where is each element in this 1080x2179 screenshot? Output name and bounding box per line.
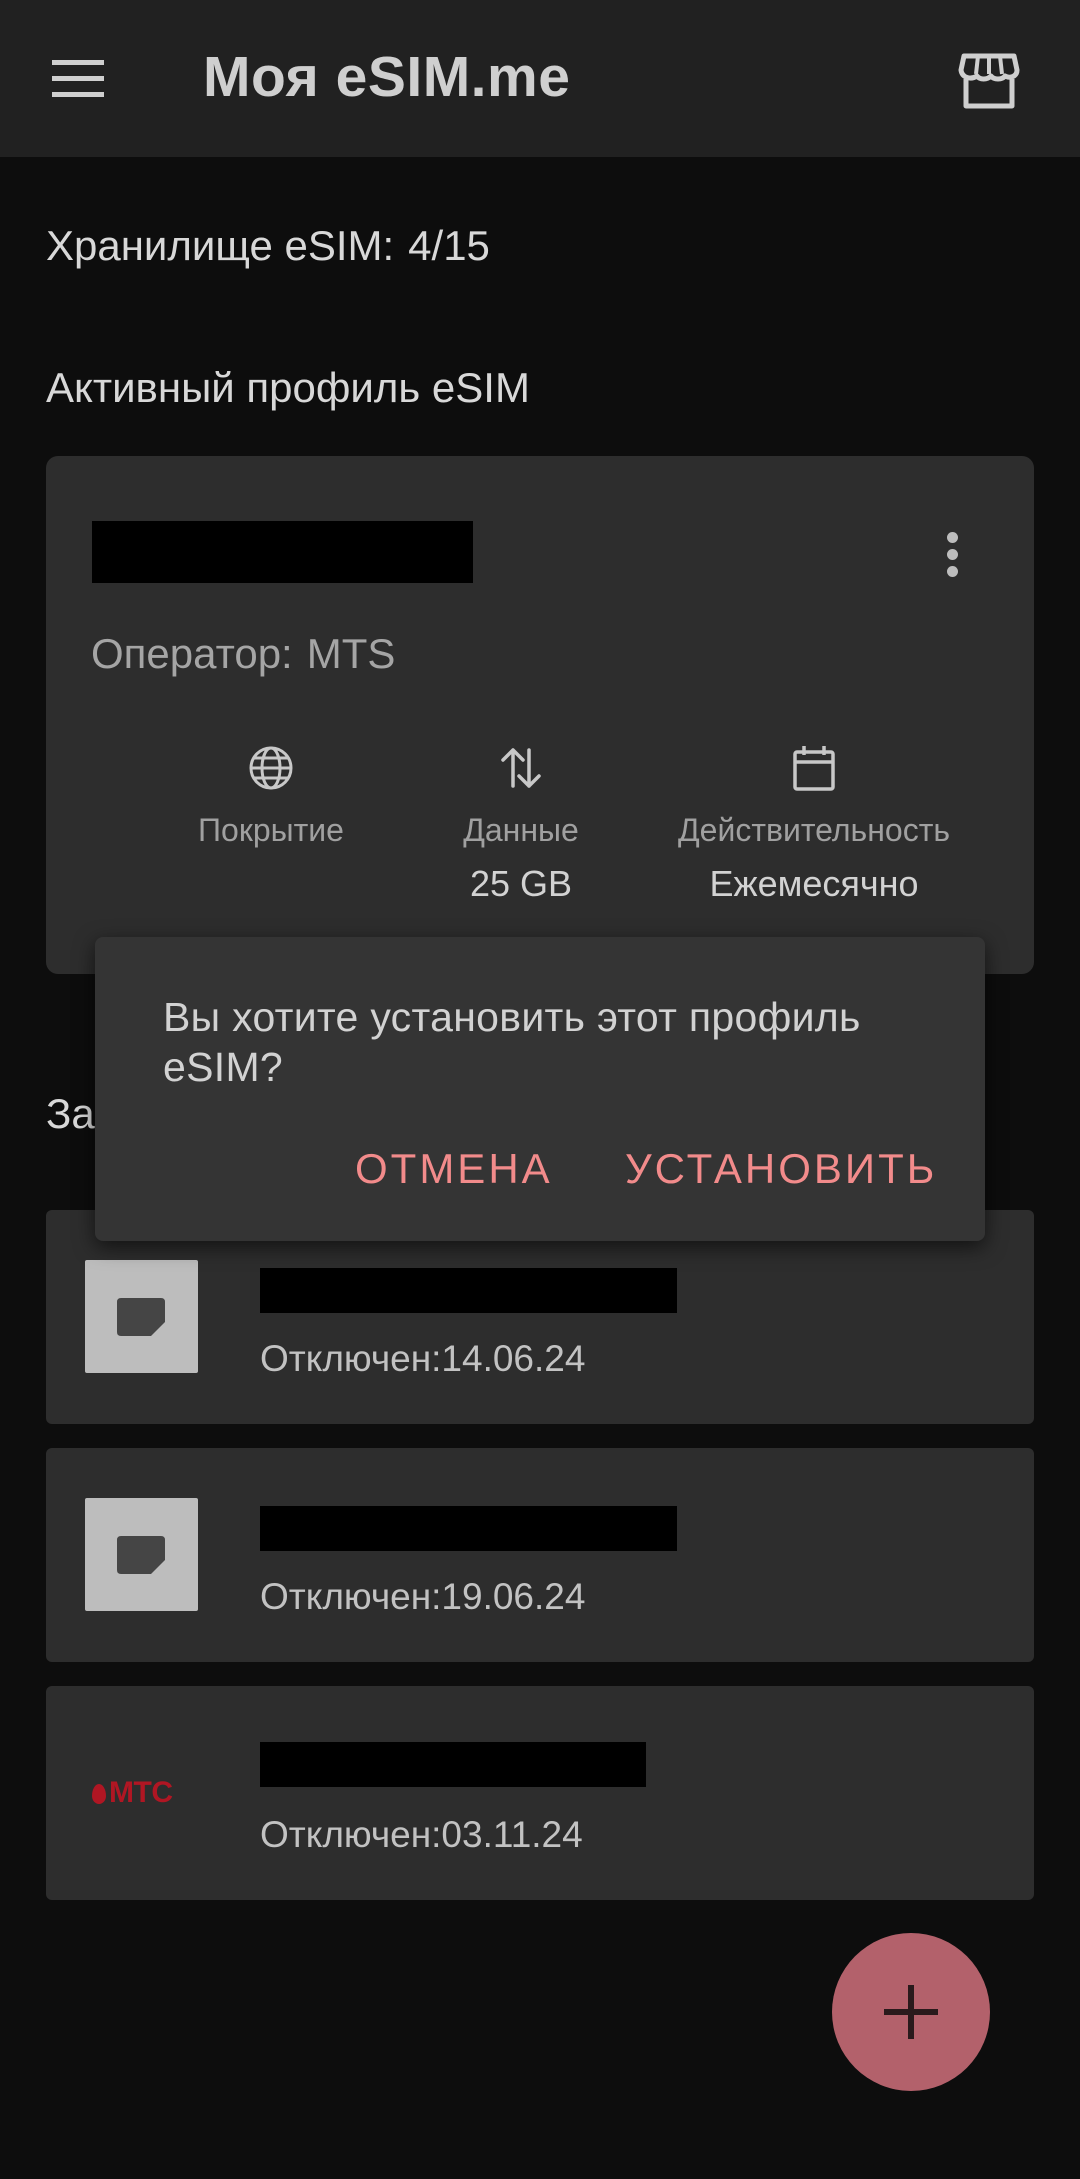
calendar-icon [793,746,835,791]
install-confirmation-dialog: Вы хотите установить этот профиль eSIM? … [95,937,985,1241]
sim-card-icon [85,1498,198,1611]
operator-label: Оператор: [91,630,293,677]
storage-indicator: Хранилище eSIM: 4/15 [46,222,490,270]
plus-icon [884,1985,938,2039]
coverage-label: Покрытие [198,812,344,848]
storefront-icon[interactable] [958,52,1020,110]
validity-stat: Действительность Ежемесячно [614,744,1014,905]
saved-profiles-heading: За [46,1090,95,1137]
operator-row: Оператор: MTS [91,630,395,678]
profile-status: Отключен:19.06.24 [260,1576,586,1617]
sim-card-icon [85,1260,198,1373]
hamburger-menu-icon[interactable] [50,56,108,102]
more-options-icon[interactable] [942,532,962,582]
redacted-phone-number [260,1742,646,1787]
globe-icon [249,746,293,790]
profile-list-item[interactable]: МТС Отключен:03.11.24 [46,1686,1034,1900]
app-title: Моя eSIM.me [203,45,571,109]
profile-status: Отключен:03.11.24 [260,1814,583,1855]
dialog-message: Вы хотите установить этот профиль eSIM? [163,994,861,1090]
active-profile-card[interactable]: Оператор: MTS Покрытие Данные 25 GB Дейст… [46,456,1034,974]
redacted-phone-number [260,1268,677,1313]
profile-status: Отключен:14.06.24 [260,1338,586,1379]
mts-logo-text: МТС [109,1776,173,1809]
app-bar: Моя eSIM.me [0,0,1080,157]
redacted-phone-number [260,1506,677,1551]
redacted-phone-number [92,521,473,583]
add-profile-button[interactable] [832,1933,990,2091]
mts-egg-icon [92,1784,106,1804]
coverage-stat[interactable]: Покрытие [126,744,416,849]
operator-value: MTS [306,630,396,677]
install-button[interactable]: УСТАНОВИТЬ [625,1145,937,1193]
arrows-up-down-icon [501,748,541,788]
storage-value: 4/15 [408,222,490,269]
profile-list-item[interactable]: Отключен:19.06.24 [46,1448,1034,1662]
active-profile-heading: Активный профиль eSIM [46,364,530,411]
cancel-button[interactable]: ОТМЕНА [355,1145,553,1193]
storage-label: Хранилище eSIM: [46,222,395,269]
profile-list-item[interactable]: Отключен:14.06.24 [46,1210,1034,1424]
validity-value: Ежемесячно [709,863,919,904]
validity-label: Действительность [677,812,951,848]
mts-logo: МТС [92,1776,173,1810]
